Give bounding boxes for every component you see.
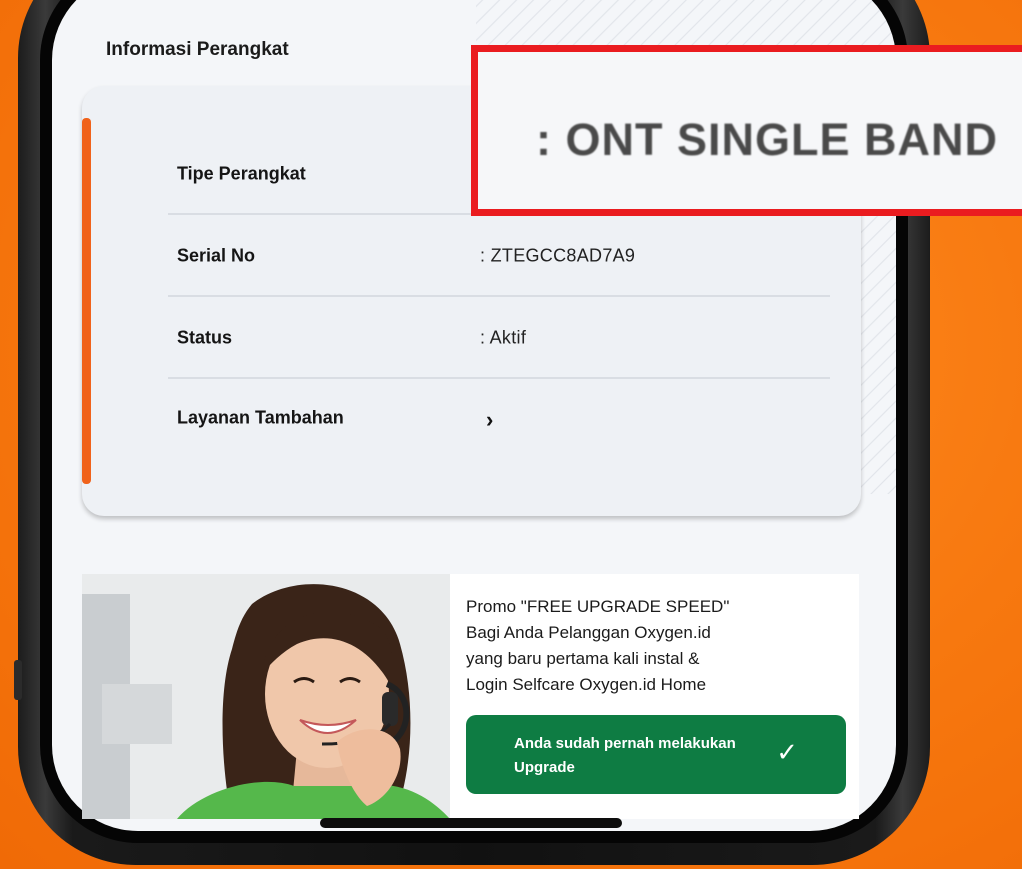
row-label: Tipe Perangkat	[177, 163, 306, 184]
promo-banner: Promo "FREE UPGRADE SPEED" Bagi Anda Pel…	[82, 574, 859, 819]
section-title: Informasi Perangkat	[106, 39, 289, 60]
card-accent-bar	[82, 118, 91, 484]
promo-photo	[82, 574, 450, 819]
callout-device-type-text: : ONT SINGLE BAND	[536, 114, 998, 165]
row-label: Serial No	[177, 245, 256, 266]
chevron-right-icon[interactable]: ›	[486, 407, 493, 433]
row-label: Layanan Tambahan	[177, 407, 344, 428]
row-value: : ZTEGCC8AD7A9	[480, 245, 636, 266]
upgrade-status-label: Anda sudah pernah melakukan Upgrade	[514, 735, 736, 776]
checkmark-icon: ✓	[776, 737, 798, 767]
row-serial-no: Serial No : ZTEGCC8AD7A9	[168, 215, 830, 297]
upgrade-status-button[interactable]: Anda sudah pernah melakukan Upgrade ✓	[466, 715, 846, 794]
side-button	[14, 660, 22, 700]
home-indicator[interactable]	[320, 818, 622, 828]
promo-line: Bagi Anda Pelanggan Oxygen.id	[466, 623, 711, 642]
promo-text: Promo "FREE UPGRADE SPEED" Bagi Anda Pel…	[466, 594, 766, 698]
agent-photo-illustration	[82, 574, 450, 819]
promo-line: Login Selfcare Oxygen.id Home	[466, 675, 707, 694]
promo-line: yang baru pertama kali instal &	[466, 649, 700, 668]
row-label: Status	[177, 327, 233, 348]
row-status: Status : Aktif	[168, 297, 830, 379]
zoom-callout: : ONT SINGLE BAND	[471, 45, 1022, 216]
row-additional-services[interactable]: Layanan Tambahan ›	[168, 377, 830, 459]
row-value: : Aktif	[480, 327, 527, 348]
promo-line: Promo "FREE UPGRADE SPEED"	[466, 597, 730, 616]
